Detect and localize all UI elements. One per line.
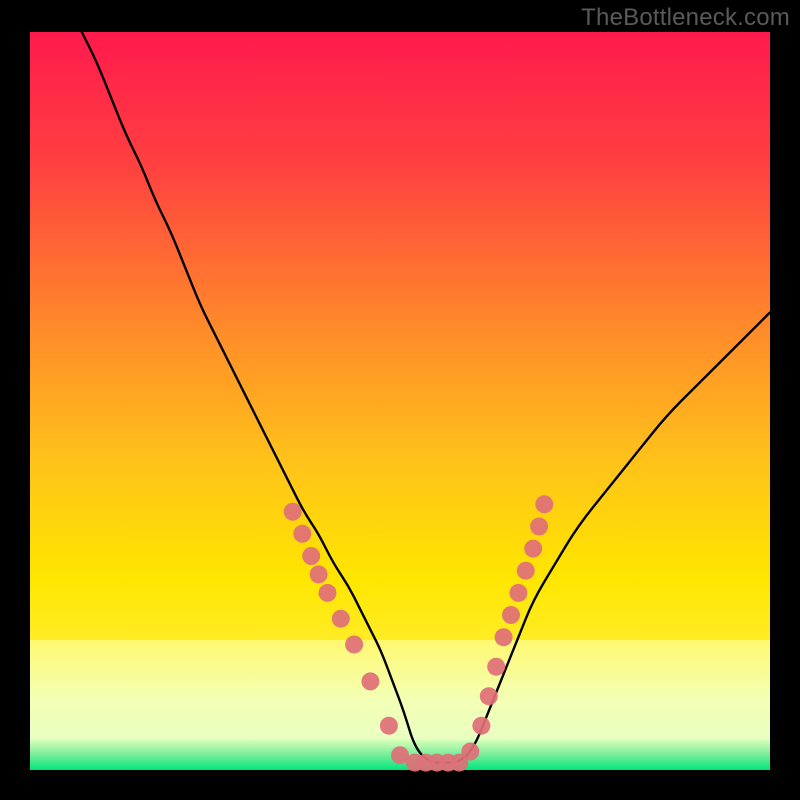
- sample-dot: [302, 547, 320, 565]
- sample-dot: [361, 672, 379, 690]
- sample-dot: [535, 495, 553, 513]
- chart-frame: TheBottleneck.com: [0, 0, 800, 800]
- sample-dot: [345, 636, 363, 654]
- sample-dot: [284, 503, 302, 521]
- sample-dot: [495, 628, 513, 646]
- sample-dot: [487, 658, 505, 676]
- low-band: [30, 640, 770, 740]
- sample-dot: [332, 610, 350, 628]
- sample-dot: [480, 687, 498, 705]
- sample-dot: [472, 717, 490, 735]
- sample-dot: [524, 540, 542, 558]
- sample-dot: [319, 584, 337, 602]
- watermark-text: TheBottleneck.com: [581, 4, 790, 32]
- sample-dot: [293, 525, 311, 543]
- plot-area: [30, 32, 770, 770]
- sample-dot: [461, 743, 479, 761]
- sample-dot: [502, 606, 520, 624]
- sample-dot: [530, 518, 548, 536]
- sample-dot: [509, 584, 527, 602]
- bottleneck-chart: [0, 0, 800, 800]
- sample-dot: [517, 562, 535, 580]
- sample-dot: [310, 565, 328, 583]
- sample-dot: [380, 717, 398, 735]
